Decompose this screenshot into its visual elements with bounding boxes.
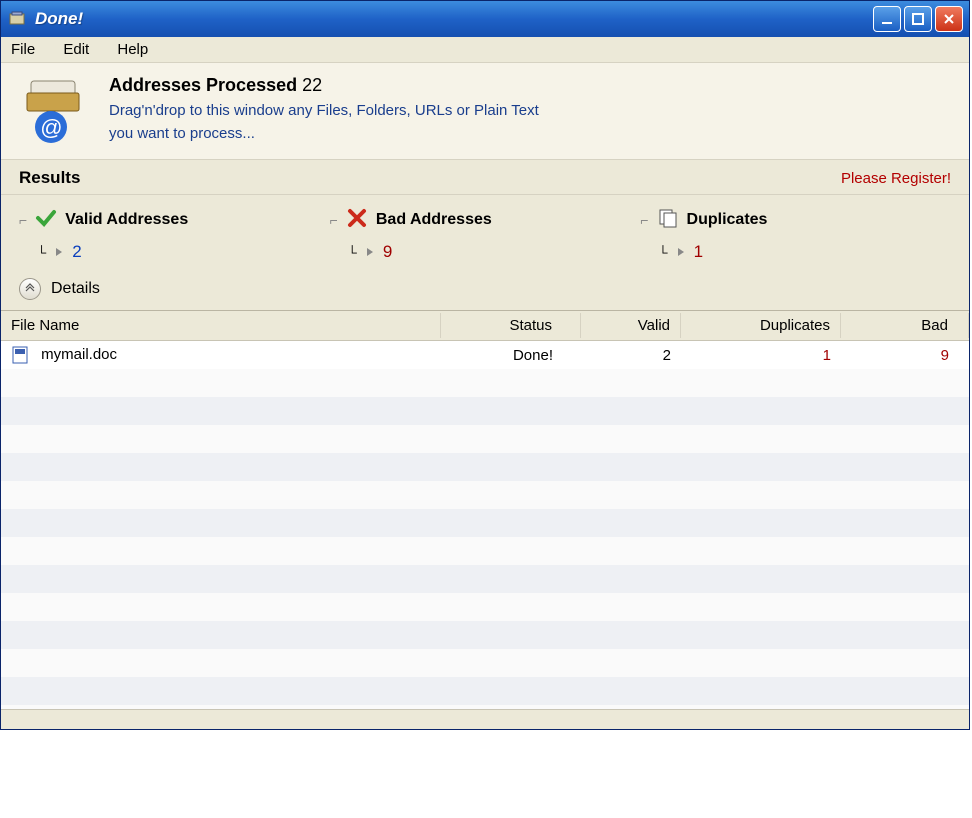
results-bar: Results Please Register! [1, 160, 969, 195]
results-label: Results [19, 168, 80, 188]
minimize-button[interactable] [873, 6, 901, 32]
col-duplicates[interactable]: Duplicates [681, 313, 841, 338]
col-status[interactable]: Status [441, 313, 581, 338]
close-button[interactable] [935, 6, 963, 32]
header-subtitle: Drag'n'drop to this window any Files, Fo… [109, 100, 951, 145]
menu-edit[interactable]: Edit [63, 41, 89, 58]
summary-row: ⌐ Valid Addresses └ 2 ⌐ Bad Addresses [1, 195, 969, 270]
cell-status: Done! [441, 343, 581, 368]
collapse-icon[interactable] [19, 278, 41, 300]
window-title: Done! [35, 9, 873, 29]
expand-icon[interactable] [367, 248, 373, 256]
cell-bad: 9 [841, 343, 969, 368]
details-row: Details [1, 270, 969, 311]
header-title-label: Addresses Processed [109, 75, 297, 95]
valid-label: Valid Addresses [65, 211, 188, 229]
bracket-icon: └ [348, 245, 357, 260]
doc-icon [11, 346, 29, 364]
header-panel: @ Addresses Processed 22 Drag'n'drop to … [1, 63, 969, 160]
cell-valid: 2 [581, 343, 681, 368]
col-bad[interactable]: Bad [841, 313, 969, 338]
header-sub-line2: you want to process... [109, 125, 255, 142]
header-icon: @ [19, 75, 89, 145]
bracket-icon: ⌐ [640, 212, 648, 228]
cell-filename: mymail.doc [1, 342, 441, 368]
header-title: Addresses Processed 22 [109, 75, 951, 96]
menu-help[interactable]: Help [117, 41, 148, 58]
check-icon [35, 207, 57, 232]
cell-duplicates: 1 [681, 343, 841, 368]
expand-icon[interactable] [678, 248, 684, 256]
bracket-icon: └ [658, 245, 667, 260]
empty-rows [1, 369, 969, 709]
dup-count: 1 [694, 242, 703, 262]
register-link[interactable]: Please Register! [841, 170, 951, 187]
bracket-icon: ⌐ [330, 212, 338, 228]
table-row[interactable]: mymail.doc Done! 2 1 9 [1, 341, 969, 369]
title-bar[interactable]: Done! [1, 1, 969, 37]
col-filename[interactable]: File Name [1, 313, 441, 338]
x-icon [346, 207, 368, 232]
bracket-icon: ⌐ [19, 212, 27, 228]
copy-icon [657, 207, 679, 232]
header-sub-line1: Drag'n'drop to this window any Files, Fo… [109, 102, 539, 119]
summary-bad: ⌐ Bad Addresses └ 9 [330, 207, 641, 262]
col-valid[interactable]: Valid [581, 313, 681, 338]
expand-icon[interactable] [56, 248, 62, 256]
header-title-count: 22 [302, 75, 322, 95]
status-bar [1, 709, 969, 729]
menu-file[interactable]: File [11, 41, 35, 58]
window-controls [873, 6, 963, 32]
details-label: Details [51, 280, 100, 298]
header-texts: Addresses Processed 22 Drag'n'drop to th… [109, 75, 951, 145]
bad-count: 9 [383, 242, 392, 262]
dup-label: Duplicates [687, 211, 768, 229]
results-table: File Name Status Valid Duplicates Bad my… [1, 311, 969, 709]
maximize-button[interactable] [904, 6, 932, 32]
svg-text:@: @ [40, 115, 62, 140]
valid-count: 2 [72, 242, 81, 262]
menu-bar: File Edit Help [1, 37, 969, 63]
bad-label: Bad Addresses [376, 211, 492, 229]
filename-text: mymail.doc [41, 346, 117, 363]
application-window: Done! File Edit Help @ [0, 0, 970, 730]
app-icon [7, 9, 27, 29]
summary-duplicates: ⌐ Duplicates └ 1 [640, 207, 951, 262]
summary-valid: ⌐ Valid Addresses └ 2 [19, 207, 330, 262]
table-header: File Name Status Valid Duplicates Bad [1, 311, 969, 341]
bracket-icon: └ [37, 245, 46, 260]
